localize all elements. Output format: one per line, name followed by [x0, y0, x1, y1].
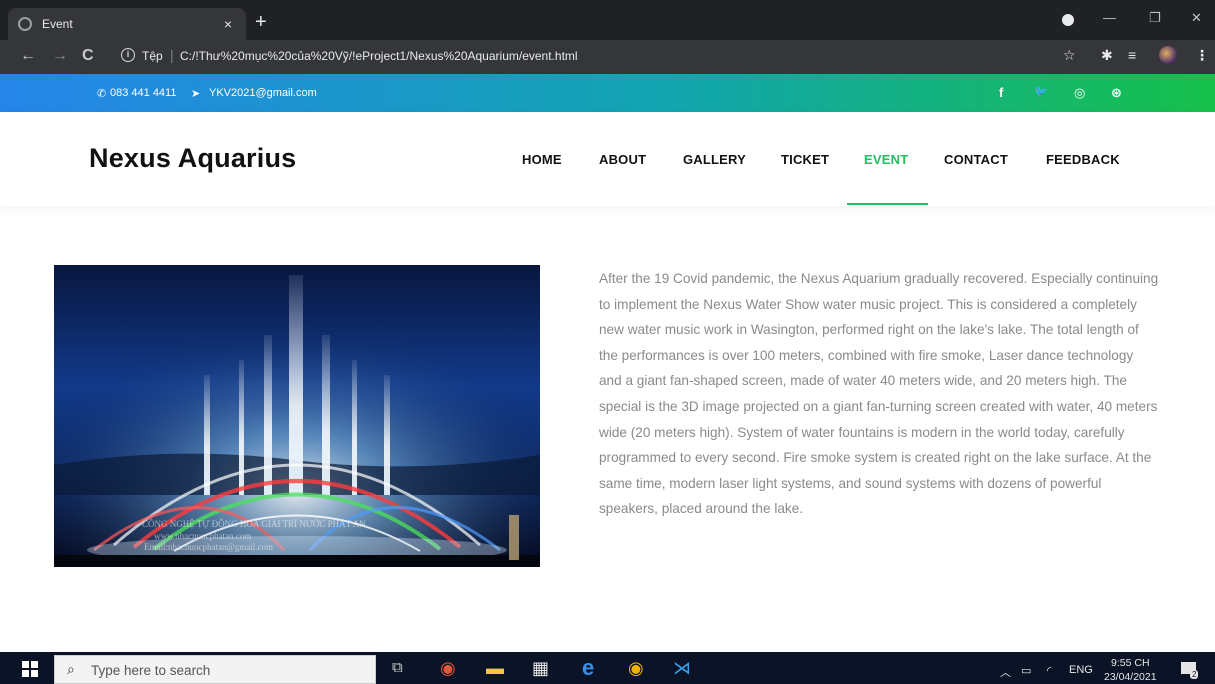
nav-gallery[interactable]: GALLERY [683, 152, 746, 167]
clock-time: 9:55 CH [1111, 657, 1150, 669]
vscode-icon[interactable]: ⋊ [673, 658, 691, 678]
contact-email[interactable]: YKV2021@gmail.com [209, 87, 317, 99]
chrome-active-icon[interactable]: ◉ [440, 658, 456, 678]
dribbble-icon[interactable]: ⊛ [1111, 85, 1122, 101]
twitter-icon[interactable]: 🐦 [1034, 85, 1048, 98]
battery-icon[interactable]: ▭ [1021, 664, 1031, 677]
phone-icon: ✆ [97, 88, 107, 100]
language-indicator[interactable]: ENG [1069, 664, 1093, 676]
nav-feedback[interactable]: FEEDBACK [1046, 152, 1120, 167]
bookmark-star-icon[interactable]: ☆ [1063, 47, 1076, 64]
notification-count: 2 [1190, 670, 1199, 679]
site-logo[interactable]: Nexus Aquarius [89, 143, 296, 174]
forward-arrow-icon[interactable]: → [52, 47, 68, 65]
active-nav-indicator [847, 203, 928, 205]
store-icon[interactable]: ▦ [532, 658, 549, 678]
task-view-icon[interactable]: ⧉ [392, 658, 403, 678]
nav-event[interactable]: EVENT [864, 152, 908, 167]
close-window-button[interactable]: ✕ [1191, 10, 1202, 26]
event-fountain-image: CÔNG NGHỆ TỰ ĐỘNG HOÁ GIẢI TRÍ NƯỚC PHÁT… [54, 265, 540, 567]
search-placeholder: Type here to search [91, 663, 211, 678]
image-watermark-line-2: www.nhacnuocphatan.com [154, 531, 252, 541]
reload-icon[interactable]: C [82, 47, 94, 65]
nav-contact[interactable]: CONTACT [944, 152, 1008, 167]
new-tab-button[interactable]: + [255, 12, 267, 32]
search-icon: ⌕ [67, 661, 75, 677]
url-text[interactable]: C:/!Thư%20mục%20của%20Vỹ/!eProject1/Nexu… [180, 49, 578, 63]
nav-about[interactable]: ABOUT [599, 152, 646, 167]
send-icon: ➤ [191, 88, 201, 100]
extensions-icon[interactable]: ✱ [1101, 47, 1113, 64]
edge-icon[interactable]: e [582, 657, 594, 679]
taskbar-clock[interactable]: 9:55 CH 23/04/2021 [1104, 656, 1157, 684]
browser-menu-icon[interactable]: ⋮ [1195, 47, 1209, 64]
instagram-icon[interactable]: ◎ [1074, 85, 1085, 101]
file-explorer-icon[interactable]: ▬ [486, 658, 504, 678]
taskbar-search-input[interactable]: ⌕ Type here to search [54, 655, 376, 684]
browser-tab[interactable]: Event × [8, 8, 246, 40]
site-contact-bar: ✆ 083 441 4411 ➤ YKV2021@gmail.com f 🐦 ◎… [0, 74, 1215, 112]
facebook-icon[interactable]: f [999, 85, 1003, 100]
page-favicon-icon [18, 17, 32, 31]
tab-close-icon[interactable]: × [220, 16, 236, 32]
profile-avatar[interactable] [1159, 46, 1177, 64]
back-arrow-icon[interactable]: ← [20, 47, 36, 65]
url-scheme-label: Tệp [142, 49, 163, 63]
chrome-icon[interactable]: ◉ [628, 658, 644, 678]
reading-list-icon[interactable]: ≡ [1128, 47, 1136, 63]
tray-chevron-icon[interactable]: ︿ [1000, 664, 1011, 680]
contact-phone[interactable]: 083 441 4411 [110, 87, 176, 99]
site-header: Nexus Aquarius HOME ABOUT GALLERY TICKET… [0, 112, 1215, 206]
restore-button[interactable]: ❐ [1149, 10, 1161, 26]
event-description: After the 19 Covid pandemic, the Nexus A… [599, 271, 1159, 517]
tab-title: Event [42, 17, 73, 31]
tab-search-icon[interactable] [1062, 14, 1074, 26]
clock-date: 23/04/2021 [1104, 671, 1157, 683]
image-watermark-line-3: Email:nhacnuocphatan@gmail.com [144, 542, 273, 552]
wifi-icon[interactable]: ◜ [1047, 664, 1051, 677]
windows-start-icon[interactable] [22, 661, 38, 677]
url-separator: | [170, 47, 174, 63]
nav-home[interactable]: HOME [522, 152, 562, 167]
site-info-icon[interactable]: i [121, 48, 135, 62]
image-watermark-line-1: CÔNG NGHỆ TỰ ĐỘNG HOÁ GIẢI TRÍ NƯỚC PHÁT… [142, 519, 366, 529]
nav-ticket[interactable]: TICKET [781, 152, 829, 167]
minimize-button[interactable]: — [1103, 10, 1116, 25]
